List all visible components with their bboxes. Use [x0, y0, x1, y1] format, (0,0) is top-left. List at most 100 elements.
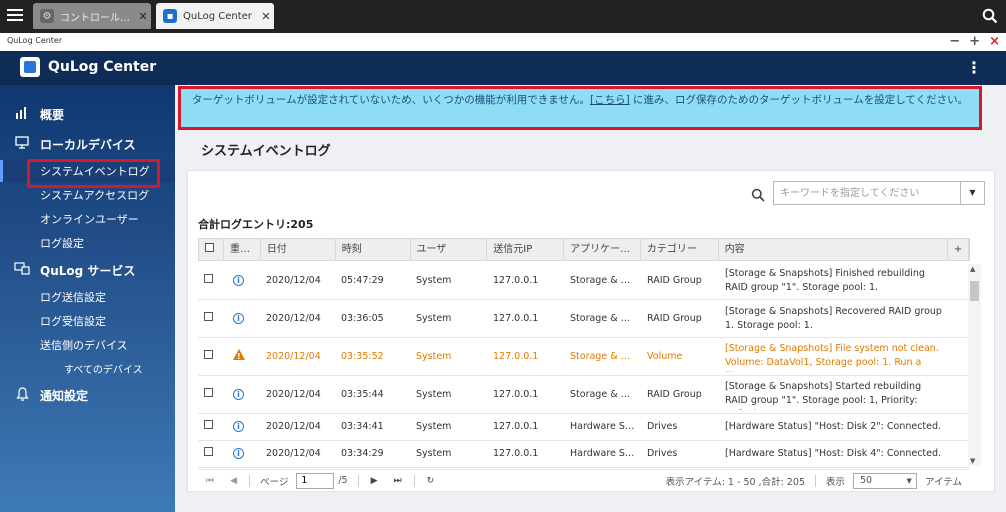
row-checkbox[interactable] [198, 311, 223, 326]
cell-time: 03:34:29 [341, 448, 384, 459]
row-checkbox[interactable] [198, 349, 223, 364]
cell-user: System [416, 312, 452, 324]
sidebar-item-label: オンラインユーザー [40, 213, 139, 226]
sidebar-item-notification-settings[interactable]: 通知設定 [0, 384, 175, 406]
sidebar-item-system-access-log[interactable]: システムアクセスログ [0, 184, 175, 206]
sidebar-item-log-send-settings[interactable]: ログ送信設定 [0, 286, 175, 308]
tab-label: QuLog Center [183, 10, 252, 22]
column-source-ip[interactable]: 送信元IP [487, 239, 565, 260]
page-number-input[interactable] [296, 472, 335, 489]
cell-source-ip: 127.0.0.1 [493, 421, 539, 432]
browser-tab-control-panel[interactable]: ⚙ コントロール… ✕ [33, 3, 151, 29]
scroll-down-icon[interactable]: ▼ [970, 457, 975, 465]
cell-content: [Hardware Status] "Host: Disk 4": Connec… [725, 448, 942, 459]
cell-date: 2020/12/04 [266, 448, 321, 459]
add-column-icon[interactable]: + [948, 239, 969, 260]
last-page-icon[interactable]: ⏭ [394, 476, 402, 486]
cell-date: 2020/12/04 [266, 312, 321, 324]
next-page-icon[interactable]: ▶ [371, 476, 378, 486]
sidebar-item-label: 通知設定 [40, 388, 89, 403]
sidebar-item-overview[interactable]: 概要 [0, 103, 175, 125]
sidebar-item-all-devices[interactable]: すべてのデバイス [0, 357, 175, 379]
column-time[interactable]: 時刻 [336, 239, 411, 260]
sidebar-item-log-settings[interactable]: ログ設定 [0, 232, 175, 254]
warning-icon [223, 348, 260, 365]
chart-icon [14, 106, 30, 122]
browser-tab-qulog[interactable]: ▪ QuLog Center ✕ [156, 3, 274, 29]
cell-category: Drives [647, 448, 678, 459]
first-page-icon[interactable]: ⏮ [206, 476, 214, 486]
sidebar-item-qulog-service[interactable]: QuLog サービス [0, 259, 175, 281]
select-all-checkbox[interactable] [199, 239, 224, 260]
close-icon[interactable]: ✕ [258, 10, 274, 23]
scroll-up-icon[interactable]: ▲ [970, 265, 975, 273]
search-icon[interactable] [751, 188, 765, 202]
refresh-icon[interactable]: ↻ [427, 476, 435, 486]
table-row[interactable]: i 2020/12/04 05:47:29 System 127.0.0.1 Storag… [198, 262, 970, 300]
cell-content: [Storage & Snapshots] Recovered RAID gro… [725, 305, 942, 331]
column-date[interactable]: 日付 [261, 239, 336, 260]
warning-banner: ターゲットボリュームが設定されていないため、いくつかの機能が利用できません。[こ… [178, 86, 982, 130]
cell-application: Storage & … [570, 388, 631, 400]
items-info: 表示アイテム: 1 - 50 ,合計: 205 [665, 476, 805, 488]
cell-date: 2020/12/04 [266, 350, 321, 362]
cell-category: Volume [647, 350, 683, 362]
cell-user: System [416, 388, 452, 400]
per-page-select[interactable]: 50 ▼ [852, 472, 917, 489]
banner-link[interactable]: [こちら] [590, 94, 630, 106]
table-row[interactable]: i 2020/12/04 03:36:05 System 127.0.0.1 Storag… [198, 300, 970, 338]
keyword-search-field[interactable]: ▼ [773, 181, 985, 205]
table-row[interactable]: i 2020/12/04 03:34:29 System 127.0.0.1 Hardwa… [198, 441, 970, 468]
cell-time: 03:35:52 [341, 350, 384, 362]
more-options-icon[interactable]: ⋮ [966, 58, 982, 77]
maximize-icon[interactable]: + [969, 34, 980, 49]
column-application[interactable]: アプリケー… [564, 239, 641, 260]
sidebar-item-label: ログ送信設定 [40, 291, 106, 304]
sidebar-item-online-users[interactable]: オンラインユーザー [0, 208, 175, 230]
cell-user: System [416, 350, 452, 362]
devices-icon [14, 262, 30, 278]
sidebar: 概要 ローカルデバイス システムイベントログ システムアクセスログ オンラインユ… [0, 85, 175, 512]
prev-page-icon[interactable]: ◀ [230, 476, 237, 486]
scroll-thumb[interactable] [970, 281, 979, 301]
search-icon[interactable] [982, 8, 998, 24]
column-severity[interactable]: 重… [224, 239, 261, 260]
column-category[interactable]: カテゴリー [641, 239, 719, 260]
bell-icon [14, 386, 30, 404]
close-window-icon[interactable]: × [989, 34, 1000, 49]
row-checkbox[interactable] [198, 387, 223, 402]
cell-application: Storage & … [570, 350, 631, 362]
cell-category: Drives [647, 421, 678, 432]
info-icon: i [223, 447, 260, 461]
close-icon[interactable]: ✕ [135, 10, 151, 23]
sidebar-item-label: ログ設定 [40, 237, 84, 250]
search-input[interactable] [774, 182, 959, 204]
table-header: 重… 日付 時刻 ユーザ 送信元IP アプリケー… カテゴリー 内容 + [198, 238, 970, 261]
sidebar-item-label: システムアクセスログ [40, 189, 150, 202]
hamburger-menu-icon[interactable] [7, 7, 23, 23]
sidebar-item-sender-devices[interactable]: 送信側のデバイス [0, 334, 175, 356]
minimize-icon[interactable]: − [949, 34, 960, 49]
chevron-down-icon[interactable]: ▼ [960, 182, 984, 204]
column-user[interactable]: ユーザ [411, 239, 488, 260]
cell-source-ip: 127.0.0.1 [493, 448, 539, 459]
cell-date: 2020/12/04 [266, 421, 321, 432]
table-row[interactable]: i 2020/12/04 03:34:41 System 127.0.0.1 Hardwa… [198, 414, 970, 441]
cell-user: System [416, 421, 452, 432]
row-checkbox[interactable] [198, 420, 223, 434]
column-content[interactable]: 内容 [719, 239, 949, 260]
sidebar-item-local-devices[interactable]: ローカルデバイス [0, 133, 175, 155]
sidebar-item-label: すべてのデバイス [64, 364, 143, 376]
sidebar-item-log-receive-settings[interactable]: ログ受信設定 [0, 310, 175, 332]
table-row[interactable]: 2020/12/04 03:35:52 System 127.0.0.1 Storage… [198, 338, 970, 376]
cell-content: [Hardware Status] "Host: Disk 2": Connec… [725, 421, 942, 432]
sidebar-item-label: 概要 [40, 107, 65, 122]
table-row[interactable]: i 2020/12/04 03:35:44 System 127.0.0.1 Storag… [198, 376, 970, 414]
cell-time: 05:47:29 [341, 274, 384, 286]
row-checkbox[interactable] [198, 447, 223, 461]
info-icon: i [223, 388, 260, 402]
browser-tab-bar: ⚙ コントロール… ✕ ▪ QuLog Center ✕ [0, 0, 1006, 33]
cell-time: 03:34:41 [341, 421, 384, 432]
row-checkbox[interactable] [198, 273, 223, 288]
vertical-scrollbar[interactable]: ▲ ▼ [968, 264, 981, 466]
